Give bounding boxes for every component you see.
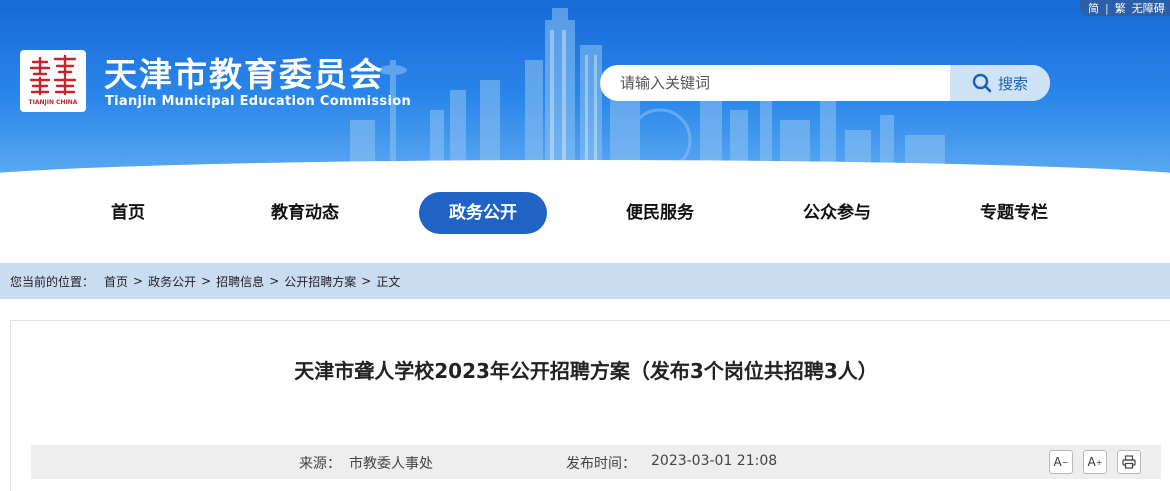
language-bar: 简 | 繁 无障碍 xyxy=(1080,0,1170,16)
accessibility-link[interactable]: 无障碍 xyxy=(1132,0,1165,16)
simplified-chinese-link[interactable]: 简 xyxy=(1088,0,1099,16)
search-button[interactable]: 搜索 xyxy=(950,65,1050,101)
nav-item-education-news[interactable]: 教育动态 xyxy=(241,192,369,234)
font-decrease-button[interactable]: A − xyxy=(1049,450,1073,474)
article-meta-bar: 来源： 市教委人事处 发布时间： 2023-03-01 21:08 A − A + xyxy=(31,445,1161,479)
article-title: 天津市聋人学校2023年公开招聘方案（发布3个岗位共招聘3人） xyxy=(294,359,878,383)
breadcrumb: 您当前的位置： 首页 > 政务公开 > 招聘信息 > 公开招聘方案 > 正文 xyxy=(0,263,1170,299)
font-increase-button[interactable]: A + xyxy=(1083,450,1107,474)
breadcrumb-separator: > xyxy=(133,274,144,288)
nav-item-home[interactable]: 首页 xyxy=(64,192,192,234)
source-value: 市教委人事处 xyxy=(349,456,433,472)
font-increase-mark: + xyxy=(1095,457,1103,467)
font-increase-letter: A xyxy=(1087,455,1096,469)
font-decrease-mark: − xyxy=(1061,457,1069,467)
nav-item-public-participation[interactable]: 公众参与 xyxy=(773,192,901,234)
nav-item-government-affairs[interactable]: 政务公开 xyxy=(419,192,547,234)
header-banner: 简 | 繁 无障碍 TIANJIN CHINA 天津市教育委员会 Tianjin… xyxy=(0,0,1170,175)
font-decrease-letter: A xyxy=(1053,455,1062,469)
print-button[interactable] xyxy=(1117,450,1141,474)
search-input[interactable] xyxy=(600,65,950,101)
breadcrumb-label: 您当前的位置： xyxy=(10,274,95,289)
article-panel: 天津市聋人学校2023年公开招聘方案（发布3个岗位共招聘3人） 来源： 市教委人… xyxy=(10,320,1170,491)
publish-time-label: 发布时间： xyxy=(566,456,636,472)
nav-item-special-topics[interactable]: 专题专栏 xyxy=(950,192,1078,234)
traditional-chinese-link[interactable]: 繁 xyxy=(1115,0,1126,16)
site-logo[interactable]: TIANJIN CHINA xyxy=(20,50,86,112)
search-icon xyxy=(972,73,992,93)
breadcrumb-separator: > xyxy=(269,274,280,288)
breadcrumb-home[interactable]: 首页 xyxy=(104,273,128,290)
tianjin-seal-icon xyxy=(29,54,77,96)
site-subtitle: Tianjin Municipal Education Commission xyxy=(105,94,412,109)
breadcrumb-government-affairs[interactable]: 政务公开 xyxy=(148,273,196,290)
source-label: 来源： xyxy=(299,456,341,472)
page: 简 | 繁 无障碍 TIANJIN CHINA 天津市教育委员会 Tianjin… xyxy=(0,0,1170,491)
logo-caption: TIANJIN CHINA xyxy=(28,99,78,106)
breadcrumb-recruitment-plan[interactable]: 公开招聘方案 xyxy=(284,273,356,290)
lang-separator: | xyxy=(1105,1,1109,15)
breadcrumb-separator: > xyxy=(201,274,212,288)
printer-icon xyxy=(1122,455,1136,469)
breadcrumb-current: 正文 xyxy=(376,274,401,289)
site-title: 天津市教育委员会 xyxy=(104,55,384,94)
main-nav: 首页 教育动态 政务公开 便民服务 公众参与 专题专栏 xyxy=(0,188,1170,238)
breadcrumb-recruitment-info[interactable]: 招聘信息 xyxy=(216,273,264,290)
publish-time-value: 2023-03-01 21:08 xyxy=(651,453,778,469)
nav-item-public-services[interactable]: 便民服务 xyxy=(596,192,724,234)
breadcrumb-separator: > xyxy=(361,274,372,288)
search-button-label: 搜索 xyxy=(997,74,1028,93)
search-box: 搜索 xyxy=(600,65,1050,101)
